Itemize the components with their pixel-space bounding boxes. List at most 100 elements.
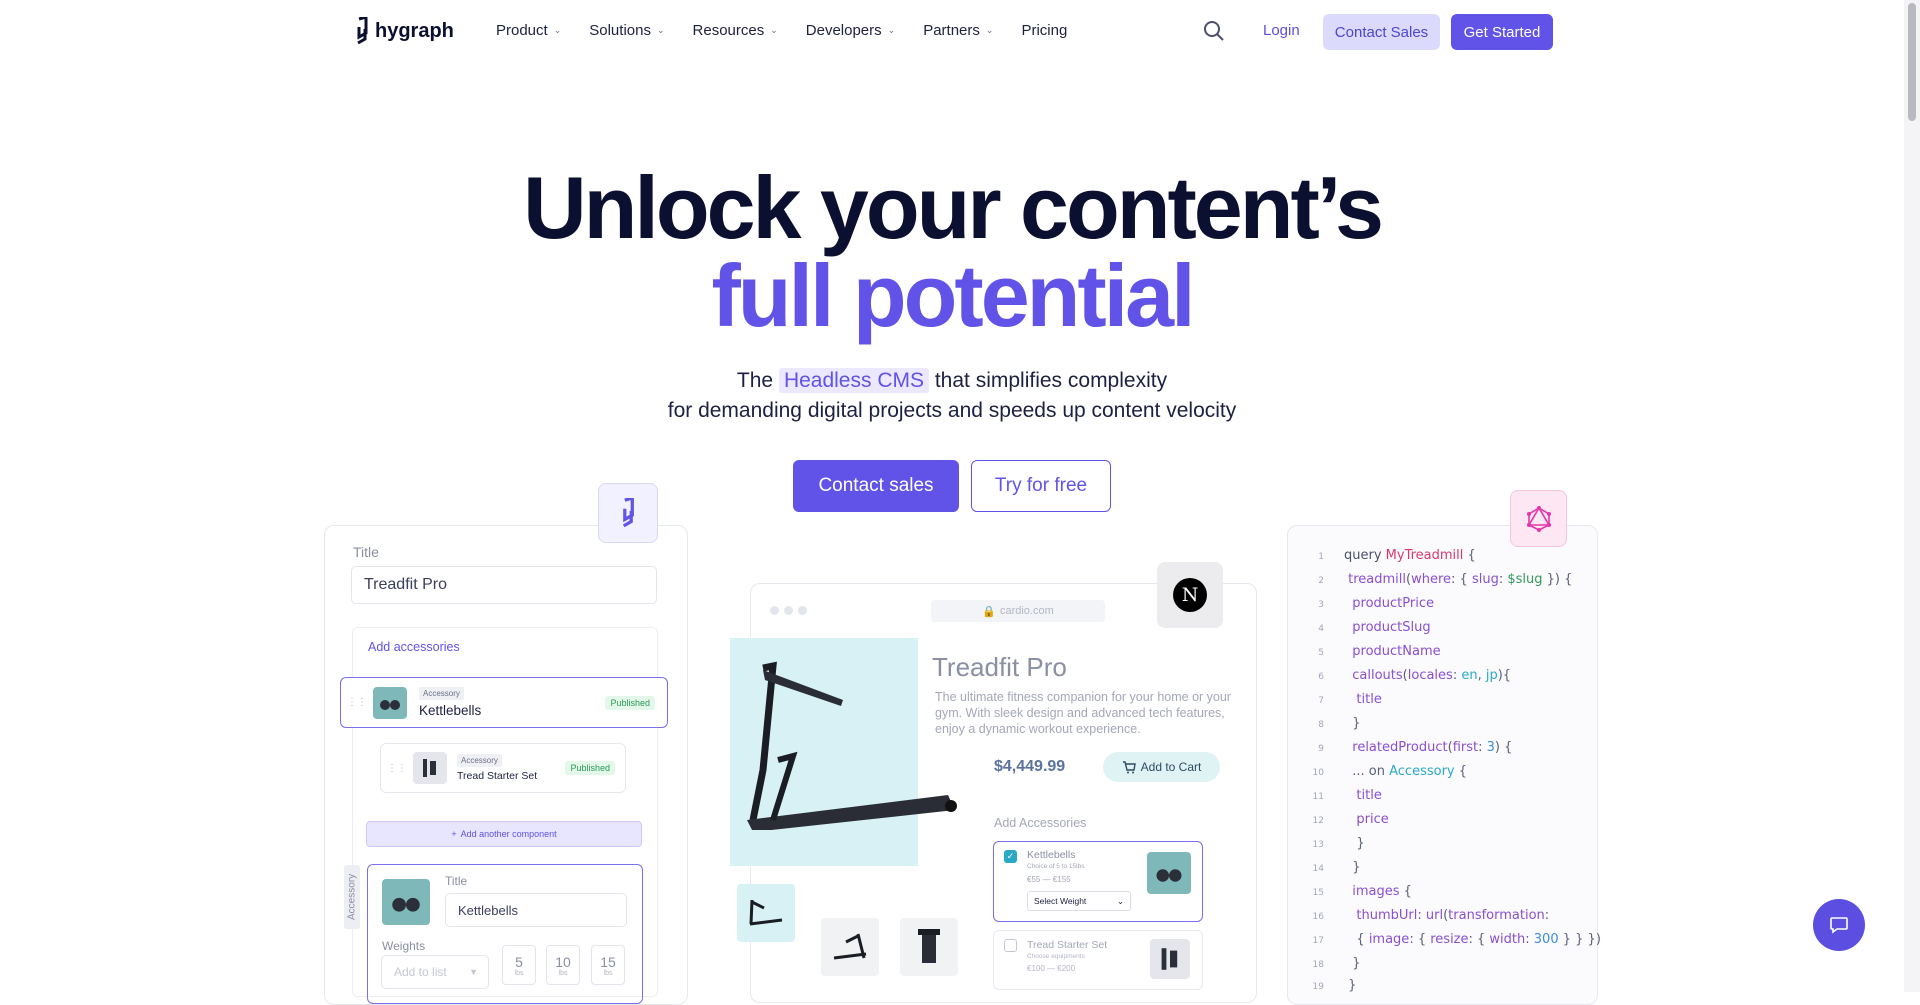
contact-sales-cta[interactable]: Contact sales [793, 460, 959, 512]
kettlebell-thumbnail [373, 686, 407, 719]
product-description: The ultimate fitness companion for your … [935, 690, 1231, 736]
weight-value: 10 [555, 953, 571, 970]
item-name: Kettlebells [419, 703, 482, 718]
top-navigation: hygraph Product ⌄ Solutions ⌄ Resources ⌄ D… [0, 0, 1904, 64]
treadmill-icon [747, 661, 957, 830]
product-title: Treadfit Pro [932, 652, 1067, 682]
code-line: 9 relatedProduct(first: 3) { [1318, 740, 1513, 755]
kettlebell-thumbnail [1147, 852, 1191, 894]
accessory-item-kettlebells[interactable]: ⋮⋮ Accessory Kettlebells Published [340, 677, 668, 728]
hero-subtitle-line1: The Headless CMS that simplifies complex… [0, 368, 1904, 393]
login-link[interactable]: Login [1263, 22, 1300, 39]
code-line: 16 thumbUrl: url(transformation: [1312, 908, 1550, 923]
weight-value: 5 [515, 953, 523, 970]
code-line: 17 { image: { resize: { width: 300 } } }… [1312, 932, 1601, 947]
weight-chip[interactable]: 10 lbs [546, 945, 580, 985]
weight-chip[interactable]: 15 lbs [591, 945, 625, 985]
title-label: Title [353, 544, 379, 560]
chevron-down-icon: ⌄ [985, 25, 994, 35]
status-badge: Published [605, 695, 655, 710]
add-to-cart-button[interactable]: Add to Cart [1103, 752, 1220, 782]
hygraph-badge [598, 483, 658, 543]
starter-set-thumbnail [413, 752, 447, 784]
accessory-side-label: Accessory [344, 865, 360, 929]
window-dot [784, 606, 793, 615]
checkbox-unchecked-icon[interactable] [1004, 939, 1017, 952]
chevron-down-icon: ⌄ [887, 25, 896, 35]
hero-title-line2: full potential [711, 246, 1195, 345]
code-line: 13 } [1312, 836, 1365, 851]
hygraph-logo[interactable]: hygraph [355, 17, 454, 45]
option-name: Tread Starter Set [1027, 939, 1108, 951]
status-badge: Published [565, 761, 615, 775]
weight-value: 15 [600, 953, 616, 970]
weight-unit: lbs [558, 969, 568, 977]
menu-label: Partners [923, 22, 980, 39]
gallery-thumb-2[interactable] [821, 918, 879, 976]
drag-handle-icon[interactable]: ⋮⋮ [347, 697, 367, 708]
option-detail: Choice of 5 to 15lbs [1027, 863, 1085, 870]
option-detail: Choose equipments [1027, 953, 1085, 960]
option-price: €55 — €155 [1027, 875, 1071, 884]
gallery-thumb-1[interactable] [737, 884, 795, 942]
treadmill-icon [833, 933, 867, 960]
weight-chip[interactable]: 5 lbs [502, 945, 536, 985]
accessory-tag: Accessory [419, 687, 464, 700]
starter-set-thumbnail [1150, 939, 1190, 979]
contact-sales-button[interactable]: Contact Sales [1323, 14, 1440, 50]
gallery-thumb-3[interactable] [900, 918, 958, 976]
code-line: 2 treadmill(where: { slug: $slug }) { [1318, 572, 1573, 587]
window-dots [770, 606, 807, 615]
chevron-down-icon: ⌄ [770, 25, 778, 35]
add-component-label: Add another component [460, 829, 557, 839]
checkbox-checked-icon[interactable]: ✓ [1004, 850, 1017, 863]
menu-solutions[interactable]: Solutions ⌄ [589, 22, 664, 39]
add-component-button[interactable]: + Add another component [366, 821, 642, 847]
kettlebell-image [382, 879, 430, 925]
chevron-down-icon: ⌄ [656, 25, 665, 35]
item-name: Tread Starter Set [457, 770, 538, 782]
search-icon[interactable] [1203, 20, 1225, 42]
scrollbar[interactable] [1904, 0, 1920, 992]
nextjs-logo-icon: N [1173, 578, 1207, 612]
code-line: 8 } [1318, 716, 1361, 731]
headless-cms-highlight: Headless CMS [778, 368, 929, 393]
try-for-free-cta[interactable]: Try for free [971, 460, 1111, 512]
add-to-list-select[interactable]: Add to list ▼ [381, 955, 489, 989]
treadmill-icon [749, 899, 783, 926]
chat-launcher-button[interactable] [1813, 899, 1865, 951]
menu-label: Product [496, 22, 548, 39]
chevron-down-icon: ⌄ [553, 25, 562, 35]
menu-partners[interactable]: Partners ⌄ [923, 22, 993, 39]
code-line: 1 query MyTreadmill { [1318, 548, 1476, 563]
menu-developers[interactable]: Developers ⌄ [806, 22, 895, 39]
subtitle-text: that simplifies complexity [934, 369, 1168, 392]
weight-unit: lbs [514, 969, 524, 977]
menu-pricing[interactable]: Pricing [1021, 22, 1067, 39]
menu-label: Pricing [1021, 22, 1068, 39]
code-line: 5 productName [1318, 644, 1441, 659]
url-text: cardio.com [999, 605, 1054, 617]
hygraph-mark-icon [622, 498, 634, 528]
option-price: €100 — €200 [1027, 964, 1076, 973]
menu-label: Developers [805, 22, 882, 39]
code-line: 18 } [1312, 956, 1361, 971]
menu-resources[interactable]: Resources ⌄ [693, 22, 778, 39]
chat-bubble-icon [1830, 917, 1848, 934]
scrollbar-thumb[interactable] [1908, 3, 1916, 121]
title-field[interactable]: Treadfit Pro [351, 566, 657, 604]
menu-product[interactable]: Product ⌄ [496, 22, 561, 39]
code-line: 15 images { [1312, 884, 1412, 899]
plus-icon: + [451, 829, 457, 839]
add-to-cart-label: Add to Cart [1140, 760, 1202, 774]
accessory-item-tread-starter-set[interactable]: ⋮⋮ Accessory Tread Starter Set Published [380, 743, 626, 793]
select-weight-dropdown[interactable]: Select Weight ⌄ [1027, 891, 1131, 911]
url-bar: 🔒 cardio.com [931, 600, 1105, 622]
code-line: 10 ... on Accessory { [1312, 764, 1468, 779]
treadmill-icon [918, 929, 940, 963]
nested-title-field[interactable]: Kettlebells [445, 893, 627, 927]
drag-handle-icon[interactable]: ⋮⋮ [387, 763, 407, 774]
logo-text: hygraph [375, 19, 454, 42]
get-started-button[interactable]: Get Started [1451, 14, 1553, 50]
graphql-logo-icon [1526, 505, 1551, 532]
